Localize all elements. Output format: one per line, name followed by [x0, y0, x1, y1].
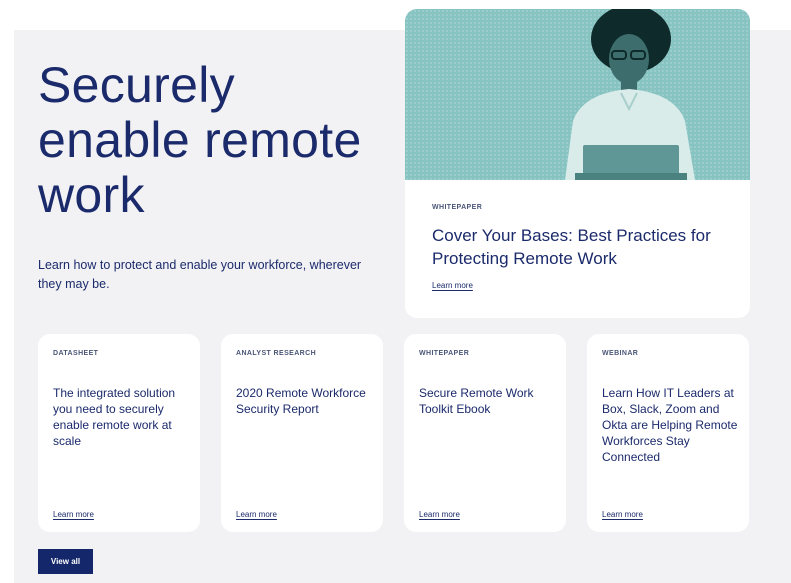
card-title: The integrated solution you need to secu…: [53, 386, 176, 448]
person-with-laptop-illustration: [565, 9, 695, 180]
featured-title: Cover Your Bases: Best Practices for Pro…: [432, 226, 711, 268]
card-eyebrow: WHITEPAPER: [419, 350, 470, 357]
card-eyebrow: DATASHEET: [53, 350, 99, 357]
featured-learn-more-link[interactable]: Learn more: [432, 281, 473, 290]
card-learn-more-link[interactable]: Learn more: [602, 510, 643, 519]
card-title: 2020 Remote Workforce Security Report: [236, 386, 366, 416]
card-title: Secure Remote Work Toolkit Ebook: [419, 386, 534, 416]
card-eyebrow: WEBINAR: [602, 350, 639, 357]
featured-card[interactable]: WHITEPAPER Cover Your Bases: Best Practi…: [405, 9, 750, 318]
card-learn-more-link[interactable]: Learn more: [419, 510, 460, 519]
resource-card-analyst-research[interactable]: ANALYST RESEARCH 2020 Remote Workforce S…: [221, 334, 383, 532]
featured-image: [405, 9, 750, 180]
view-all-button[interactable]: View all: [38, 549, 93, 574]
page-subtitle: Learn how to protect and enable your wor…: [38, 258, 362, 291]
card-learn-more-link[interactable]: Learn more: [236, 510, 277, 519]
resource-card-webinar[interactable]: WEBINAR Learn How IT Leaders at Box, Sla…: [587, 334, 749, 532]
featured-eyebrow: WHITEPAPER: [432, 204, 483, 211]
featured-card-body: WHITEPAPER Cover Your Bases: Best Practi…: [432, 204, 732, 293]
card-learn-more-link[interactable]: Learn more: [53, 510, 94, 519]
resource-card-datasheet[interactable]: DATASHEET The integrated solution you ne…: [38, 334, 200, 532]
resource-card-whitepaper[interactable]: WHITEPAPER Secure Remote Work Toolkit Eb…: [404, 334, 566, 532]
page-title: Securely enable remote work: [38, 57, 362, 223]
card-eyebrow: ANALYST RESEARCH: [236, 350, 317, 357]
card-title: Learn How IT Leaders at Box, Slack, Zoom…: [602, 386, 738, 464]
